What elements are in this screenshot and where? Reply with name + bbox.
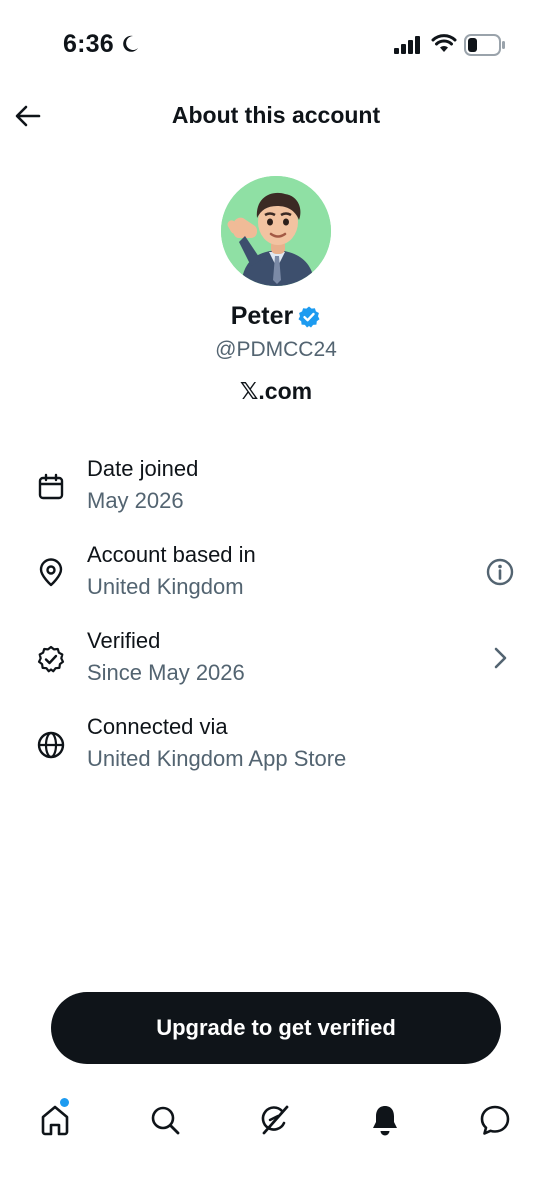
platform-domain: .com (258, 378, 313, 404)
tab-search[interactable] (145, 1100, 185, 1140)
upgrade-verified-button[interactable]: Upgrade to get verified (51, 992, 501, 1064)
screen: 6:36 About this account Peter @PDMCC24 𝕏… (0, 0, 552, 1200)
signal-icon (394, 36, 420, 54)
info-row-based-in: Account based in United Kingdom (0, 542, 552, 614)
memoji-avatar-image (221, 176, 331, 286)
status-time: 6:36 (63, 30, 114, 58)
x-logo: 𝕏 (239, 379, 259, 405)
page-title: About this account (171, 102, 381, 128)
calendar-icon (38, 473, 64, 500)
avatar[interactable] (221, 176, 331, 286)
based-in-value: United Kingdom (87, 574, 244, 599)
connected-via-label: Connected via (87, 714, 228, 739)
info-row-verified[interactable]: Verified Since May 2026 (0, 628, 552, 700)
verified-seal-icon (37, 645, 65, 673)
bell-icon (373, 1106, 397, 1136)
battery-icon (464, 34, 505, 56)
based-in-label: Account based in (87, 542, 256, 567)
connected-via-value: United Kingdom App Store (87, 746, 347, 771)
handle: @PDMCC24 (215, 338, 337, 361)
date-joined-value: May 2026 (87, 488, 184, 513)
bottom-tab-bar (0, 1090, 552, 1150)
wifi-icon (431, 34, 457, 52)
tab-messages[interactable] (475, 1100, 515, 1140)
platform-label: 𝕏.com (0, 378, 552, 405)
status-bar: 6:36 (0, 0, 552, 84)
verified-label: Verified (87, 628, 161, 653)
verified-value: Since May 2026 (87, 660, 245, 685)
verified-badge-icon (298, 306, 320, 327)
globe-icon (37, 731, 65, 759)
tab-notifications[interactable] (365, 1100, 405, 1140)
moon-icon (123, 35, 138, 52)
nav-header: About this account (0, 90, 552, 142)
grok-icon (261, 1105, 289, 1135)
search-icon (151, 1106, 180, 1135)
display-name: Peter (230, 302, 294, 330)
based-in-info-button[interactable] (484, 556, 516, 588)
verified-chevron-button[interactable] (484, 642, 516, 674)
location-pin-icon (39, 558, 63, 587)
tab-grok[interactable] (255, 1100, 295, 1140)
info-icon (486, 558, 514, 586)
chevron-right-icon (494, 647, 507, 669)
tab-home[interactable] (35, 1098, 75, 1140)
name-row: Peter (0, 302, 552, 331)
date-joined-label: Date joined (87, 456, 199, 481)
home-icon (41, 1105, 69, 1136)
home-notification-dot (60, 1098, 69, 1107)
message-icon (480, 1105, 510, 1135)
info-row-date-joined: Date joined May 2026 (0, 456, 552, 528)
info-row-connected-via: Connected via United Kingdom App Store (0, 714, 552, 786)
